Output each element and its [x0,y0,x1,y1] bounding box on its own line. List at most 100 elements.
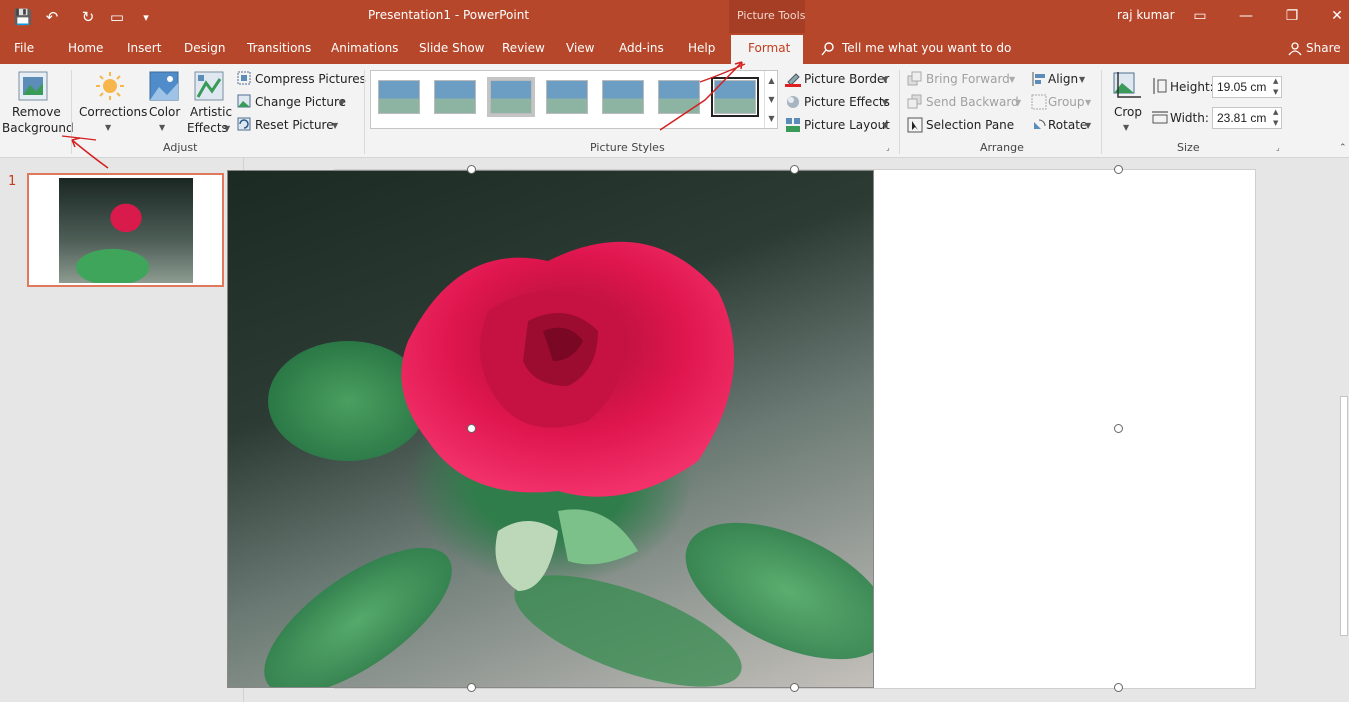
dialog-launcher-icon[interactable]: ⌟ [1276,143,1280,152]
picture-border-icon [785,73,801,87]
close-icon[interactable]: ✕ [1322,4,1349,28]
resize-handle-left[interactable] [467,424,476,433]
vertical-scrollbar[interactable] [1339,158,1349,702]
tab-help[interactable]: Help [688,41,715,55]
title-bar: 💾 ↶ ↻ ▭ ▾ Presentation1 - PowerPoint Pic… [0,0,1349,33]
tab-view[interactable]: View [566,41,594,55]
artistic-effects-label-1[interactable]: Artistic [190,105,232,119]
picture-style-option[interactable] [602,80,644,114]
remove-background-label-1[interactable]: Remove [12,105,61,119]
chevron-down-icon: ▼ [1085,98,1092,107]
picture-border-button[interactable]: Picture Border [804,72,889,86]
tab-insert[interactable]: Insert [127,41,161,55]
gallery-down-icon[interactable]: ▼ [764,90,778,109]
share-button[interactable]: Share [1306,41,1341,55]
resize-handle-top[interactable] [790,165,799,174]
ribbon-format: Remove Background Corrections ▼ Color ▼ [0,64,1349,158]
user-name[interactable]: raj kumar [1117,8,1175,22]
artistic-effects-label-2[interactable]: Effects [187,121,228,135]
remove-background-label-2[interactable]: Background [2,121,74,135]
shape-width-icon [1152,111,1168,124]
color-button[interactable]: Color [149,105,180,119]
height-label: Height: [1170,80,1214,94]
height-field[interactable] [1212,76,1282,98]
group-button[interactable]: Group [1048,95,1085,109]
picture-effects-button[interactable]: Picture Effects [804,95,890,109]
resize-handle-top-right[interactable] [1114,165,1123,174]
picture-styles-gallery: ▲ ▼ ▼ [370,70,778,129]
chevron-down-icon: ▼ [332,121,339,130]
document-title: Presentation1 - PowerPoint [368,8,530,22]
tab-home[interactable]: Home [68,41,103,55]
spin-down-icon[interactable]: ▼ [1273,88,1278,96]
tab-add-ins[interactable]: Add-ins [619,41,664,55]
chevron-down-icon: ▼ [159,123,166,132]
tab-review[interactable]: Review [502,41,545,55]
tab-slide-show[interactable]: Slide Show [419,41,484,55]
chevron-down-icon: ▼ [1085,121,1092,130]
customize-quick-access-icon[interactable]: ▾ [136,7,156,27]
rotate-button[interactable]: Rotate [1048,118,1087,132]
collapse-ribbon-icon[interactable]: ⌃ [1339,143,1347,153]
bring-forward-button[interactable]: Bring Forward [926,72,1010,86]
tab-file[interactable]: File [14,41,34,55]
crop-button[interactable]: Crop [1114,105,1142,119]
slide-number: 1 [8,174,17,189]
shape-height-icon [1153,78,1167,94]
picture-style-option[interactable] [546,80,588,114]
spin-down-icon[interactable]: ▼ [1273,119,1278,127]
tab-design[interactable]: Design [184,41,225,55]
rose-picture[interactable] [227,170,874,688]
width-field[interactable] [1212,107,1282,129]
reset-picture-button[interactable]: Reset Picture [255,118,334,132]
spin-up-icon[interactable]: ▲ [1273,77,1278,85]
chevron-down-icon: ▼ [882,75,889,84]
picture-layout-button[interactable]: Picture Layout [804,118,890,132]
resize-handle-bottom[interactable] [790,683,799,692]
tab-transitions[interactable]: Transitions [247,41,311,55]
scrollbar-thumb[interactable] [1340,396,1348,636]
change-picture-button[interactable]: Change Picture [255,95,346,109]
picture-style-option[interactable] [378,80,420,114]
share-person-icon [1288,42,1302,56]
separator [364,70,365,154]
picture-style-option[interactable] [434,80,476,114]
chevron-down-icon: ▼ [1079,75,1086,84]
chevron-down-icon: ▼ [1123,123,1130,132]
picture-style-option-selected[interactable] [711,77,759,117]
resize-handle-bottom-left[interactable] [467,683,476,692]
chevron-down-icon: ▼ [224,124,231,133]
resize-handle-top-left[interactable] [467,165,476,174]
dialog-launcher-icon[interactable]: ⌟ [886,143,890,152]
slide-thumbnail[interactable] [27,173,224,287]
picture-style-option[interactable] [490,80,532,114]
compress-pictures-button[interactable]: Compress Pictures [255,72,366,86]
undo-icon[interactable]: ↶ [42,7,62,27]
picture-style-option[interactable] [658,80,700,114]
rose-illustration [264,241,873,687]
ribbon-display-options-icon[interactable]: ▭ [1185,4,1215,28]
selection-pane-button[interactable]: Selection Pane [926,118,1014,132]
picture-effects-icon [787,96,799,108]
selection-pane-icon [907,117,923,133]
send-backward-button[interactable]: Send Backward [926,95,1019,109]
corrections-sun-icon [96,72,124,100]
gallery-up-icon[interactable]: ▲ [764,71,778,90]
tell-me-search[interactable]: Tell me what you want to do [842,41,1011,55]
slide-thumbnail-pane: 1 [0,158,244,702]
spin-up-icon[interactable]: ▲ [1273,108,1278,116]
gallery-more-icon[interactable]: ▼ [764,109,778,128]
present-icon[interactable]: ▭ [107,7,127,27]
picture-styles-group-label: Picture Styles [590,141,665,154]
save-icon[interactable]: 💾 [13,7,33,27]
resize-handle-right[interactable] [1114,424,1123,433]
redo-icon[interactable]: ↻ [78,7,98,27]
tab-format[interactable]: Format [748,41,790,55]
minimize-icon[interactable]: — [1231,4,1261,28]
corrections-button[interactable]: Corrections [79,105,147,119]
align-button[interactable]: Align [1048,72,1078,86]
tab-animations[interactable]: Animations [331,41,398,55]
resize-handle-bottom-right[interactable] [1114,683,1123,692]
restore-icon[interactable]: ❐ [1277,4,1307,28]
chevron-down-icon: ▼ [1015,98,1022,107]
